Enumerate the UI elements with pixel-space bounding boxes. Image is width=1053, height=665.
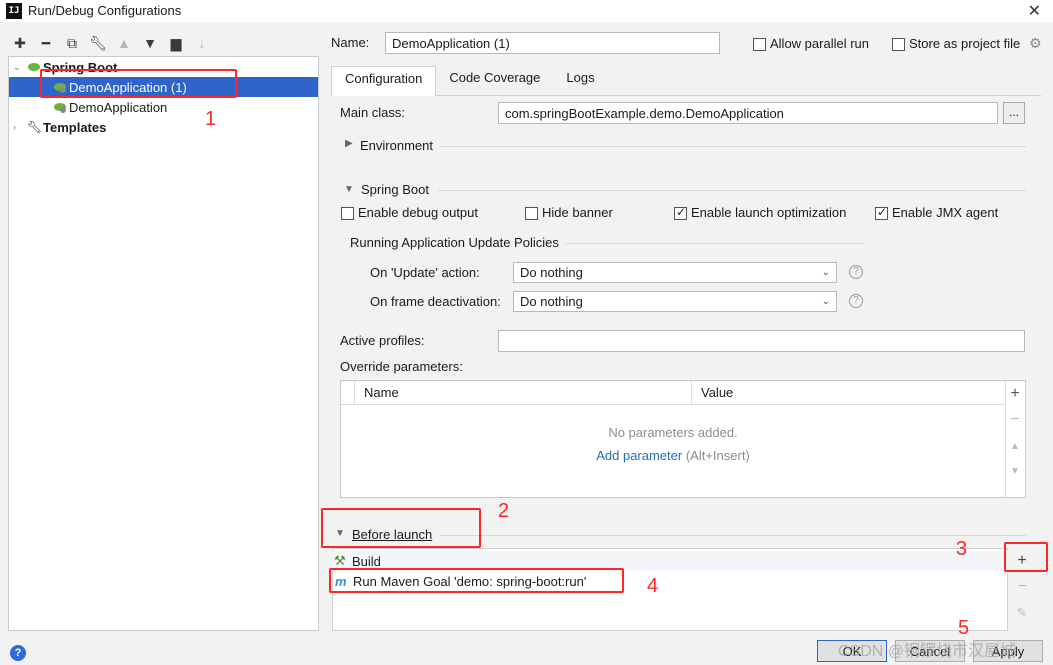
main-class-input[interactable]: com.springBootExample.demo.DemoApplicati… bbox=[498, 102, 998, 124]
annotation-4: 4 bbox=[647, 575, 659, 597]
name-input[interactable]: DemoApplication (1) bbox=[385, 32, 720, 54]
on-update-value: Do nothing bbox=[520, 265, 583, 280]
tree-templates-label: Templates bbox=[43, 119, 107, 135]
enable-jmx-checkbox[interactable]: Enable JMX agent bbox=[875, 205, 999, 221]
remove-icon[interactable]: − bbox=[1012, 577, 1032, 597]
annotation-box-4 bbox=[329, 568, 624, 593]
tab-configuration[interactable]: Configuration bbox=[331, 66, 437, 96]
policies-title: Running Application Update Policies bbox=[350, 235, 559, 250]
browse-button[interactable]: ... bbox=[1003, 102, 1025, 124]
enable-debug-label: Enable debug output bbox=[358, 205, 478, 220]
add-parameter-row: Add parameter (Alt+Insert) bbox=[341, 448, 1005, 463]
annotation-1: 1 bbox=[205, 108, 217, 130]
chevron-down-icon: ⌄ bbox=[821, 296, 830, 307]
close-icon[interactable]: ✕ bbox=[1028, 1, 1041, 21]
annotation-3: 3 bbox=[956, 538, 968, 560]
arrow-up-icon[interactable]: ▲ bbox=[112, 32, 136, 54]
on-frame-label: On frame deactivation: bbox=[370, 294, 501, 309]
help-button[interactable]: ? bbox=[10, 645, 26, 661]
table-header: Name Value bbox=[341, 381, 1005, 405]
add-parameter-hint: (Alt+Insert) bbox=[685, 448, 750, 463]
sort-icon[interactable]: ↓ bbox=[190, 32, 214, 54]
on-update-select[interactable]: Do nothing ⌄ bbox=[513, 262, 837, 283]
chevron-down-icon: ⌄ bbox=[13, 61, 21, 72]
build-label: Build bbox=[352, 553, 381, 569]
arrow-up-icon[interactable]: ▲ bbox=[1005, 436, 1025, 456]
config-toolbar: ✚ ━ ⧉ 🔧︎ ▲ ▼ ▆ ↓ bbox=[8, 32, 214, 54]
wrench-icon[interactable]: 🔧︎ bbox=[86, 32, 110, 54]
help-icon[interactable]: ? bbox=[849, 294, 863, 308]
on-update-label: On 'Update' action: bbox=[370, 265, 480, 280]
active-profiles-input[interactable] bbox=[498, 330, 1025, 352]
chevron-right-icon[interactable]: ▶ bbox=[345, 138, 353, 149]
add-icon[interactable]: + bbox=[1005, 384, 1025, 404]
divider bbox=[440, 535, 1026, 536]
annotation-box-2 bbox=[321, 508, 481, 548]
column-value[interactable]: Value bbox=[692, 381, 733, 404]
active-profiles-label: Active profiles: bbox=[340, 333, 425, 348]
divider bbox=[565, 243, 865, 244]
annotation-2: 2 bbox=[498, 500, 510, 522]
arrow-down-icon[interactable]: ▼ bbox=[1005, 461, 1025, 481]
empty-message: No parameters added. bbox=[608, 425, 738, 440]
tree-item-label: DemoApplication bbox=[69, 99, 168, 115]
allow-parallel-checkbox[interactable]: Allow parallel run bbox=[753, 36, 869, 52]
hide-banner-checkbox[interactable]: Hide banner bbox=[525, 205, 613, 221]
name-label: Name: bbox=[331, 35, 370, 50]
hide-banner-label: Hide banner bbox=[542, 205, 613, 220]
main-class-label: Main class: bbox=[340, 105, 406, 120]
add-parameter-link[interactable]: Add parameter bbox=[596, 448, 682, 463]
intellij-icon: IJ bbox=[6, 3, 22, 19]
tree-item-demoapplication[interactable]: DemoApplication bbox=[9, 97, 318, 117]
hammer-icon: ⚒ bbox=[334, 553, 346, 568]
tree-group-templates[interactable]: › 🔧︎ Templates bbox=[9, 117, 318, 137]
override-parameters-label: Override parameters: bbox=[340, 359, 463, 374]
enable-jmx-label: Enable JMX agent bbox=[892, 205, 999, 220]
tab-logs[interactable]: Logs bbox=[553, 66, 607, 96]
on-frame-select[interactable]: Do nothing ⌄ bbox=[513, 291, 837, 312]
chevron-down-icon[interactable]: ▼ bbox=[344, 184, 354, 195]
annotation-box-3 bbox=[1004, 542, 1048, 572]
remove-icon[interactable]: − bbox=[1005, 410, 1025, 430]
store-project-label: Store as project file bbox=[909, 36, 1021, 51]
spring-boot-section[interactable]: Spring Boot bbox=[361, 182, 429, 197]
environment-section[interactable]: Environment bbox=[360, 138, 433, 153]
enable-debug-checkbox[interactable]: Enable debug output bbox=[341, 205, 478, 221]
tab-bar: Configuration Code Coverage Logs bbox=[331, 66, 608, 96]
spring-boot-icon bbox=[54, 103, 66, 113]
divider bbox=[438, 190, 1026, 191]
pencil-icon[interactable]: ✎ bbox=[1012, 603, 1032, 623]
config-tree: ⌄ Spring Boot DemoApplication (1) DemoAp… bbox=[8, 56, 319, 631]
spring-boot-icon bbox=[28, 63, 40, 71]
chevron-right-icon: › bbox=[13, 122, 16, 132]
copy-icon[interactable]: ⧉ bbox=[60, 32, 84, 54]
divider bbox=[440, 146, 1026, 147]
allow-parallel-label: Allow parallel run bbox=[770, 36, 869, 51]
window-title: Run/Debug Configurations bbox=[28, 3, 182, 18]
parameters-table: Name Value No parameters added. Add para… bbox=[340, 380, 1026, 498]
remove-icon[interactable]: ━ bbox=[34, 32, 58, 54]
launch-optimization-checkbox[interactable]: Enable launch optimization bbox=[674, 205, 847, 221]
on-frame-value: Do nothing bbox=[520, 294, 583, 309]
tab-code-coverage[interactable]: Code Coverage bbox=[436, 66, 553, 96]
launch-optimization-label: Enable launch optimization bbox=[691, 205, 847, 220]
annotation-box-1 bbox=[40, 69, 237, 98]
arrow-down-icon[interactable]: ▼ bbox=[138, 32, 162, 54]
store-project-checkbox[interactable]: Store as project file bbox=[892, 36, 1021, 52]
help-icon[interactable]: ? bbox=[849, 265, 863, 279]
column-name[interactable]: Name bbox=[355, 381, 692, 404]
wrench-icon: 🔧︎ bbox=[27, 120, 43, 134]
chevron-down-icon: ⌄ bbox=[821, 267, 830, 278]
watermark: CSDN @铜锣烧市汉屋城 bbox=[838, 643, 1017, 660]
gear-icon[interactable]: ⚙ bbox=[1029, 35, 1042, 52]
folder-icon[interactable]: ▆ bbox=[164, 32, 188, 54]
add-icon[interactable]: ✚ bbox=[8, 32, 32, 54]
